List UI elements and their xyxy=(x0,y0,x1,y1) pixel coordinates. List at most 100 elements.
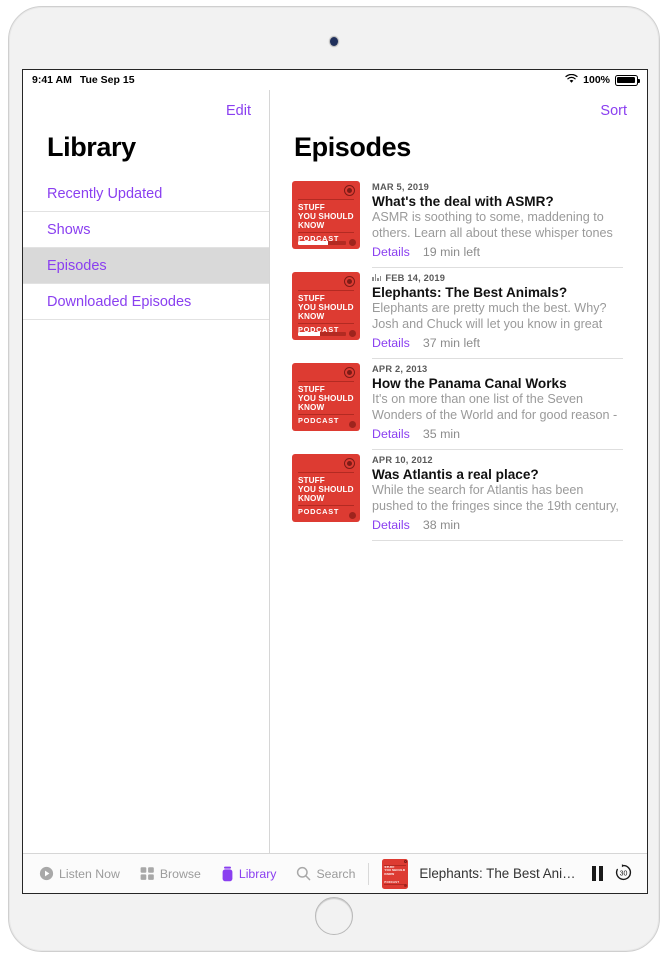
artwork-show-name-line: YOU SHOULD xyxy=(298,485,354,495)
tab-search[interactable]: Search xyxy=(296,866,355,881)
episode-row[interactable]: STUFF YOU SHOULD KNOW PODCAST APR 2, 2013 How… xyxy=(292,359,647,450)
tab-browse[interactable]: Browse xyxy=(140,866,201,881)
artwork-corner-mark-icon xyxy=(349,421,356,428)
episode-artwork-container: STUFF YOU SHOULD KNOW PODCAST xyxy=(292,450,360,541)
now-playing-artwork-text: STUFF YOU SHOULD KNOW xyxy=(384,865,407,877)
library-title: Library xyxy=(47,132,136,162)
episode-title: Elephants: The Best Animals? xyxy=(372,285,568,300)
episode-row[interactable]: STUFF YOU SHOULD KNOW PODCAST MAR 5, 2019 Wha… xyxy=(292,177,647,268)
episode-artwork[interactable]: STUFF YOU SHOULD KNOW PODCAST xyxy=(292,363,360,431)
artwork-show-name: STUFF YOU SHOULD KNOW xyxy=(298,203,356,231)
episode-artwork-container: STUFF YOU SHOULD KNOW PODCAST xyxy=(292,268,360,359)
episode-details-button[interactable]: Details xyxy=(372,245,410,259)
sidebar-item-episodes[interactable]: Episodes xyxy=(23,248,269,284)
artwork-divider xyxy=(298,199,354,201)
episode-title: Was Atlantis a real place? xyxy=(372,467,539,482)
sort-button[interactable]: Sort xyxy=(600,103,627,119)
artwork-divider xyxy=(298,472,354,474)
episode-description: It's on more than one list of the Seven … xyxy=(372,392,618,422)
now-playing-bar[interactable]: STUFF YOU SHOULD KNOW PODCAST Elephants: T… xyxy=(382,858,647,889)
detail-navbar: Sort xyxy=(270,90,647,132)
episode-row[interactable]: STUFF YOU SHOULD KNOW PODCAST FEB 14, 2019 El… xyxy=(292,268,647,359)
artwork-divider xyxy=(298,290,354,292)
artwork-show-name-line: KNOW xyxy=(298,221,325,231)
episode-duration: 35 min xyxy=(422,427,461,441)
sidebar-item-label: Downloaded Episodes xyxy=(47,293,192,310)
episode-artwork[interactable]: STUFF YOU SHOULD KNOW PODCAST xyxy=(292,272,360,340)
episode-date: APR 2, 2013 xyxy=(372,363,428,374)
episode-footer: Details 37 min left xyxy=(372,336,623,350)
home-button[interactable] xyxy=(315,897,353,935)
now-playing-artwork-line: KNOW xyxy=(384,871,395,876)
sidebar-item-shows[interactable]: Shows xyxy=(23,212,269,248)
sidebar-item-recently-updated[interactable]: Recently Updated xyxy=(23,176,269,212)
artwork-show-name-line: YOU SHOULD xyxy=(298,394,354,404)
episode-details-button[interactable]: Details xyxy=(372,518,410,532)
episode-artwork-container: STUFF YOU SHOULD KNOW PODCAST xyxy=(292,359,360,450)
artwork-show-name-line: STUFF xyxy=(298,476,325,485)
artwork-show-name-line: STUFF xyxy=(298,385,325,394)
split-view: Edit Library Recently Updated Shows Episod… xyxy=(23,90,647,853)
artwork-corner-mark-icon xyxy=(349,239,356,246)
artwork-show-name-line: KNOW xyxy=(298,494,325,504)
artwork-footer-label: PODCAST xyxy=(298,416,340,425)
tab-label: Browse xyxy=(159,866,201,881)
episode-description: ASMR is soothing to some, maddening to o… xyxy=(372,210,613,240)
episode-content: FEB 14, 2019 Elephants: The Best Animals?… xyxy=(372,268,623,359)
artwork-corner-mark-icon xyxy=(349,330,356,337)
artwork-show-name-line: KNOW xyxy=(298,403,325,413)
tab-label: Library xyxy=(238,866,277,881)
now-playing-equalizer-icon xyxy=(372,274,382,281)
explicit-badge-icon xyxy=(344,185,355,196)
episode-title: How the Panama Canal Works xyxy=(372,376,567,391)
episode-content: MAR 5, 2019 What's the deal with ASMR? ASM… xyxy=(372,177,623,268)
episode-footer: Details 38 min xyxy=(372,518,623,532)
episode-description: Elephants are pretty much the best. Why?… xyxy=(372,301,607,331)
edit-button[interactable]: Edit xyxy=(226,103,251,119)
episode-date-row: APR 2, 2013 xyxy=(372,362,623,375)
artwork-progress-bar xyxy=(298,241,346,245)
episode-duration: 19 min left xyxy=(422,245,481,259)
artwork-show-name-line: STUFF xyxy=(298,294,325,303)
battery-icon xyxy=(615,74,641,86)
search-icon xyxy=(296,866,311,881)
skip-forward-30-button[interactable]: 30 xyxy=(614,863,633,885)
sidebar: Edit Library Recently Updated Shows Episod… xyxy=(23,90,270,853)
page-title: Episodes xyxy=(294,132,411,162)
bottom-bar: Listen Now Browse Library Search STUFF YOU S… xyxy=(23,853,647,893)
battery-percent-label: 100% xyxy=(583,74,610,86)
artwork-show-name: STUFF YOU SHOULD KNOW xyxy=(298,476,356,504)
artwork-footer-label: PODCAST xyxy=(298,507,340,516)
now-playing-title: Elephants: The Best Animals? xyxy=(419,866,581,881)
episode-details-button[interactable]: Details xyxy=(372,427,410,441)
wifi-icon xyxy=(565,73,578,87)
episode-list: STUFF YOU SHOULD KNOW PODCAST MAR 5, 2019 Wha… xyxy=(270,177,647,853)
front-camera xyxy=(330,37,338,46)
tab-label: Search xyxy=(316,866,356,881)
tab-bar: Listen Now Browse Library Search xyxy=(23,866,355,882)
screen: 9:41 AM Tue Sep 15 100% Edit Library Rec… xyxy=(22,69,648,894)
episode-title: What's the deal with ASMR? xyxy=(372,194,554,209)
sidebar-item-downloaded-episodes[interactable]: Downloaded Episodes xyxy=(23,284,269,320)
tab-label: Listen Now xyxy=(59,866,120,881)
artwork-show-name-line: YOU SHOULD xyxy=(298,303,354,313)
episode-content: APR 2, 2013 How the Panama Canal Works It'… xyxy=(372,359,623,450)
sidebar-list: Recently Updated Shows Episodes Downloaded … xyxy=(23,176,269,320)
episode-row[interactable]: STUFF YOU SHOULD KNOW PODCAST APR 10, 2012 Wa… xyxy=(292,450,647,541)
episode-artwork[interactable]: STUFF YOU SHOULD KNOW PODCAST xyxy=(292,181,360,249)
pause-button[interactable] xyxy=(591,866,603,881)
tab-library[interactable]: Library xyxy=(221,866,277,882)
status-bar: 9:41 AM Tue Sep 15 100% xyxy=(23,70,647,90)
episode-details-button[interactable]: Details xyxy=(372,336,410,350)
ipad-device-frame: 9:41 AM Tue Sep 15 100% Edit Library Rec… xyxy=(8,6,660,952)
episode-artwork[interactable]: STUFF YOU SHOULD KNOW PODCAST xyxy=(292,454,360,522)
episode-date: FEB 14, 2019 xyxy=(385,272,446,283)
episode-content: APR 10, 2012 Was Atlantis a real place? Wh… xyxy=(372,450,623,541)
sidebar-item-label: Shows xyxy=(47,221,91,238)
tab-listen-now[interactable]: Listen Now xyxy=(39,866,120,881)
episode-description: While the search for Atlantis has been p… xyxy=(372,483,619,513)
episode-date-row: MAR 5, 2019 xyxy=(372,180,623,193)
artwork-show-name: STUFF YOU SHOULD KNOW xyxy=(298,294,356,322)
skip-seconds-label: 30 xyxy=(620,870,628,877)
now-playing-artwork-footer: PODCAST xyxy=(384,880,400,884)
